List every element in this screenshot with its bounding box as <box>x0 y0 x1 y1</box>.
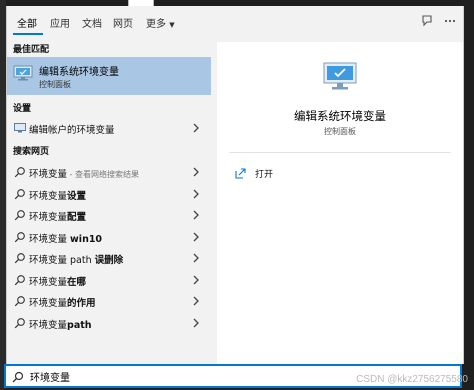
web-result-bold: path <box>67 319 92 331</box>
tab-documents[interactable]: 文档 <box>82 15 102 30</box>
web-result-bold: 设置 <box>67 190 87 202</box>
best-match-title: 编辑系统环境变量 <box>39 67 119 78</box>
web-result-label: 环境变量的作用 <box>29 295 96 309</box>
web-result-bold: 的作用 <box>67 298 96 309</box>
chevron-right-icon[interactable] <box>191 122 201 134</box>
web-result-label: 环境变量设置 <box>29 188 86 202</box>
open-icon <box>235 168 246 179</box>
section-web: 搜索网页 <box>13 147 50 157</box>
search-icon <box>14 274 25 285</box>
web-result-plain: 环境变量 <box>29 276 68 288</box>
chevron-right-icon[interactable] <box>191 274 201 286</box>
search-icon <box>14 167 25 178</box>
web-result-plain: 环境变量 <box>29 169 68 180</box>
search-icon <box>12 371 24 383</box>
feedback-icon[interactable] <box>421 14 435 28</box>
web-result-item[interactable]: 环境变量 win10 <box>7 227 211 247</box>
chevron-right-icon[interactable] <box>191 188 201 200</box>
search-icon <box>14 188 25 199</box>
web-result-plain: 环境变量 <box>29 190 68 202</box>
section-best-match: 最佳匹配 <box>13 45 50 55</box>
chevron-right-icon[interactable] <box>191 252 201 264</box>
open-action-label: 打开 <box>255 170 274 180</box>
best-match-item[interactable]: 编辑系统环境变量 控制面板 <box>7 57 211 95</box>
section-settings: 设置 <box>13 104 32 114</box>
chevron-right-icon[interactable] <box>191 166 201 178</box>
monitor-icon <box>13 65 33 81</box>
web-result-item[interactable]: 环境变量配置 <box>7 205 211 225</box>
web-result-item[interactable]: 环境变量 - 查看网络搜索结果 <box>7 162 211 182</box>
web-result-label: 环境变量 path 误删除 <box>29 252 123 266</box>
active-tab-indicator <box>13 33 43 35</box>
settings-item-label: 编辑帐户的环境变量 <box>29 125 115 136</box>
best-match-subtitle: 控制面板 <box>39 80 71 89</box>
web-result-bold: 配置 <box>67 212 87 223</box>
web-result-hint: - 查看网络搜索结果 <box>67 170 139 179</box>
chevron-down-icon: ▼ <box>169 21 175 29</box>
search-icon <box>14 296 25 307</box>
preview-title: 编辑系统环境变量 <box>294 109 386 123</box>
settings-item[interactable]: 编辑帐户的环境变量 <box>7 118 211 138</box>
monitor-settings-icon <box>14 123 26 133</box>
search-icon <box>14 317 25 328</box>
monitor-icon <box>323 62 357 90</box>
web-result-bold: win10 <box>70 233 103 245</box>
search-input[interactable]: 环境变量 <box>30 369 70 384</box>
watermark: CSDN @kkz2756275580 <box>356 374 468 385</box>
web-result-plain: 环境变量 <box>29 319 68 331</box>
results-list: 最佳匹配 编辑系统环境变量 控制面板 设置 编辑帐户的环境变量 搜索网页 环境变… <box>7 38 211 364</box>
web-result-bold: 误删除 <box>94 255 124 266</box>
web-result-label: 环境变量在哪 <box>29 274 86 288</box>
tab-apps[interactable]: 应用 <box>50 15 70 30</box>
tab-more-label: 更多 <box>146 19 166 30</box>
tab-more[interactable]: 更多 ▼ <box>146 15 175 30</box>
more-options-icon[interactable] <box>443 14 457 28</box>
filter-tab-bar: 全部 应用 文档 网页 更多 ▼ <box>7 6 463 36</box>
open-action[interactable]: 打开 <box>235 166 315 182</box>
web-result-plain: 环境变量 path <box>29 255 95 266</box>
preview-pane: 编辑系统环境变量 控制面板 打开 <box>217 42 463 364</box>
search-icon <box>14 231 25 242</box>
preview-subtitle: 控制面板 <box>324 127 356 136</box>
web-result-label: 环境变量path <box>29 317 92 331</box>
web-result-item[interactable]: 环境变量的作用 <box>7 291 211 311</box>
tab-web[interactable]: 网页 <box>113 15 133 30</box>
preview-divider <box>229 152 451 153</box>
web-result-label: 环境变量 win10 <box>29 231 102 245</box>
web-result-plain: 环境变量 <box>29 233 71 245</box>
web-result-item[interactable]: 环境变量设置 <box>7 184 211 204</box>
web-result-plain: 环境变量 <box>29 212 68 223</box>
chevron-right-icon[interactable] <box>191 295 201 307</box>
search-icon <box>14 210 25 221</box>
web-result-item[interactable]: 环境变量 path 误删除 <box>7 248 211 268</box>
web-result-item[interactable]: 环境变量在哪 <box>7 270 211 290</box>
tab-all[interactable]: 全部 <box>17 15 37 30</box>
chevron-right-icon[interactable] <box>191 231 201 243</box>
web-result-bold: 在哪 <box>67 276 87 288</box>
web-result-label: 环境变量 - 查看网络搜索结果 <box>29 166 139 180</box>
chevron-right-icon[interactable] <box>191 209 201 221</box>
search-panel: 全部 应用 文档 网页 更多 ▼ 最佳匹配 编辑系统环境变量 控制面板 设置 编… <box>6 6 464 364</box>
web-result-label: 环境变量配置 <box>29 209 86 223</box>
web-result-item[interactable]: 环境变量path <box>7 313 211 333</box>
search-icon <box>14 253 25 264</box>
web-result-plain: 环境变量 <box>29 298 68 309</box>
chevron-right-icon[interactable] <box>191 317 201 329</box>
